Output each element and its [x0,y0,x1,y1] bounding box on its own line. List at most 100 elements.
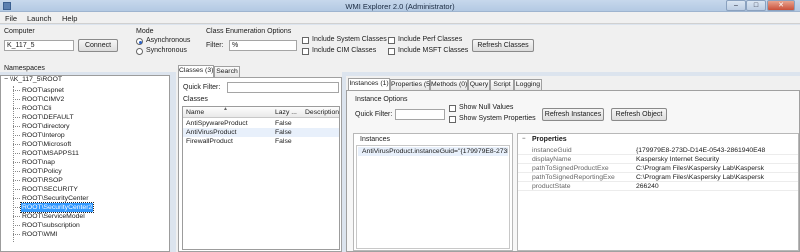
classes-tab-page: Quick Filter: Classes Name ▲ Lazy ... De… [178,77,342,252]
tree-root[interactable]: \\K_117_5\ROOT [10,76,62,83]
tree-item-namespace[interactable]: ROOT\nap [21,158,56,167]
computer-label: Computer [4,28,35,35]
class-name-cell: AntiVirusProduct [186,129,237,136]
include-perf-checkbox[interactable] [388,37,395,44]
tab-methods[interactable]: Methods (0) [430,79,468,90]
include-system-checkbox[interactable] [302,37,309,44]
tree-item-namespace[interactable]: ROOT\WMI [21,230,59,239]
collapse-properties-icon[interactable]: − [522,136,526,142]
show-system-checkbox[interactable] [449,116,456,123]
table-row[interactable]: AntiSpywareProduct False [183,119,339,128]
include-system-label: Include System Classes [312,36,387,43]
computer-input[interactable]: K_117_5 [4,40,74,51]
namespace-tree[interactable]: − \\K_117_5\ROOT ROOT\aspnet ROOT\CIMV2 RO… [0,75,170,252]
col-name[interactable]: Name [186,107,204,117]
tree-connector [13,108,20,109]
tree-item-namespace[interactable]: ROOT\SECURITY [21,185,79,194]
tab-script[interactable]: Script [490,79,514,90]
tree-item-namespace[interactable]: ROOT\DEFAULT [21,113,75,122]
refresh-classes-button[interactable]: Refresh Classes [472,39,534,52]
include-msft-checkbox[interactable] [388,48,395,55]
table-row[interactable]: AntiVirusProduct False [183,128,339,137]
property-row[interactable]: instanceGuid {179979E8-273D-D14E-0543-286… [518,146,798,155]
filter-label: Filter: [206,42,224,49]
class-quick-filter-input[interactable] [227,82,339,93]
property-value: 266240 [636,183,659,190]
tree-connector [13,225,20,226]
tree-connector [13,117,20,118]
menu-help[interactable]: Help [62,14,77,23]
tree-item-namespace[interactable]: ROOT\ServiceModel [21,212,86,221]
tree-connector [13,162,20,163]
class-filter-input[interactable]: % [229,40,297,51]
instance-options-label: Instance Options [355,96,408,103]
tab-properties[interactable]: Properties (5) [390,79,432,90]
property-value: C:\Program Files\Kaspersky Lab\Kaspersk [636,165,765,172]
classes-grid[interactable]: Name ▲ Lazy ... Description AntiSpywareP… [182,106,340,250]
options-area: Computer K_117_5 Connect Mode Asynchrono… [0,25,800,72]
show-null-checkbox[interactable] [449,105,456,112]
instance-quick-filter-input[interactable] [395,109,445,120]
tree-item-namespace[interactable]: ROOT\subscription [21,221,81,230]
classes-panel: Classes (3) Search Quick Filter: Classes… [176,63,342,252]
tree-item-namespace[interactable]: ROOT\RSOP [21,176,64,185]
refresh-object-button[interactable]: Refresh Object [611,108,667,121]
instances-list-label: Instances [360,136,390,143]
tree-connector [13,171,20,172]
tree-item-namespace[interactable]: ROOT\Cli [21,104,52,113]
refresh-instances-button[interactable]: Refresh Instances [542,108,604,121]
close-button[interactable]: ✕ [767,0,795,11]
sort-icon: ▲ [223,107,228,112]
menu-launch[interactable]: Launch [27,14,52,23]
instances-tab-page: Instance Options Quick Filter: Show Null… [346,90,800,252]
classes-grid-header: Name ▲ Lazy ... Description [183,107,339,118]
menu-file[interactable]: File [5,14,17,23]
tree-item-namespace[interactable]: ROOT\Microsoft [21,140,72,149]
tab-query[interactable]: Query [468,79,490,90]
property-row[interactable]: pathToSignedReportingExe C:\Program Files… [518,173,798,182]
tree-item-namespace[interactable]: ROOT\aspnet [21,86,65,95]
minimize-button[interactable]: – [726,0,746,11]
maximize-button[interactable]: □ [746,0,766,11]
property-row[interactable]: productState 266240 [518,182,798,191]
tree-item-namespace[interactable]: ROOT\Policy [21,167,63,176]
tree-connector [13,86,14,242]
properties-header: Properties [532,136,567,143]
tab-search[interactable]: Search [214,66,240,77]
col-description[interactable]: Description [305,107,339,117]
tree-connector [13,189,20,190]
tab-classes[interactable]: Classes (3) [178,65,214,77]
property-value: {179979E8-273D-D14E-0543-2861940E48 [636,147,766,154]
property-row[interactable]: pathToSignedProductExe C:\Program Files\K… [518,164,798,173]
include-cim-label: Include CIM Classes [312,47,377,54]
tree-item-namespace[interactable]: ROOT\SecurityCenter2 [19,202,95,213]
class-name-cell: AntiSpywareProduct [186,120,248,127]
instance-quick-filter-label: Quick Filter: [355,111,393,118]
tree-connector [13,144,20,145]
col-lazy[interactable]: Lazy ... [275,107,297,117]
properties-grid[interactable]: − Properties instanceGuid {179979E8-273D-… [517,133,799,251]
instance-item[interactable]: AntiVirusProduct.instanceGuid="{179979E8… [358,147,508,156]
tree-item-namespace[interactable]: ROOT\SecurityCenter [21,194,89,203]
table-row[interactable]: FirewallProduct False [183,137,339,146]
tab-instances[interactable]: Instances (1) [348,78,390,90]
class-enum-label: Class Enumeration Options [206,28,292,35]
property-name: productState [532,183,571,190]
tree-item-namespace[interactable]: ROOT\Interop [21,131,66,140]
tree-item-namespace[interactable]: ROOT\CIMV2 [21,95,65,104]
sync-radio[interactable] [136,48,143,55]
tree-connector [13,90,20,91]
collapse-icon[interactable]: − [4,76,8,83]
property-value: Kaspersky Internet Security [636,156,720,163]
tab-logging[interactable]: Logging [514,79,542,90]
show-system-label: Show System Properties [459,115,536,122]
connect-button[interactable]: Connect [78,39,118,52]
property-row[interactable]: displayName Kaspersky Internet Security [518,155,798,164]
instances-list[interactable]: AntiVirusProduct.instanceGuid="{179979E8… [356,145,510,249]
tree-item-namespace[interactable]: ROOT\MSAPPS11 [21,149,80,158]
instances-panel: Instances (1) Properties (5) Methods (0) Qu… [346,76,800,252]
include-cim-checkbox[interactable] [302,48,309,55]
async-radio[interactable] [136,38,143,45]
tree-connector [13,135,20,136]
tree-item-namespace[interactable]: ROOT\directory [21,122,71,131]
